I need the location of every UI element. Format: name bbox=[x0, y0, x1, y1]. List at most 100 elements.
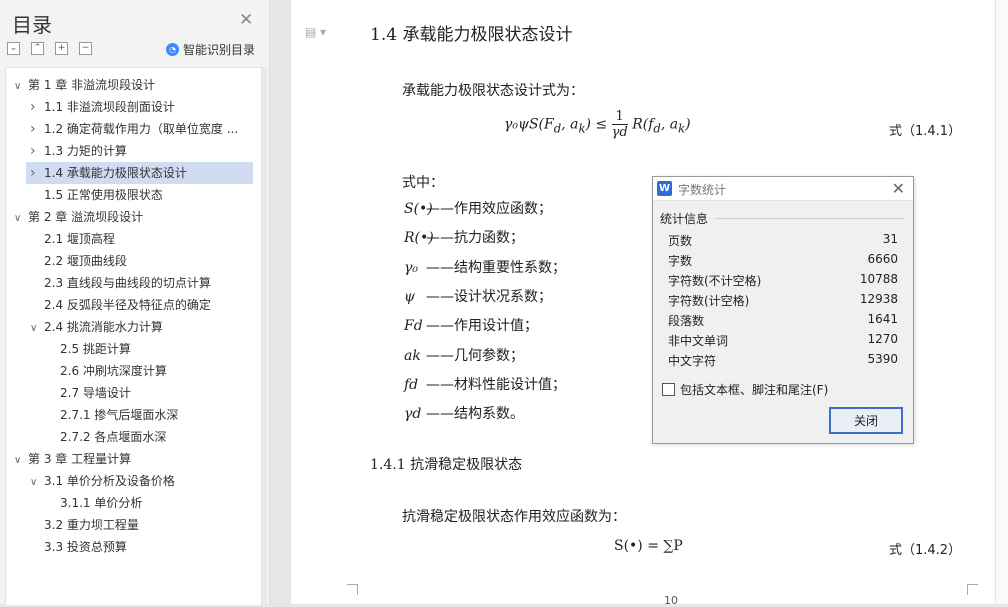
collapse-all-icon[interactable]: ⌄ bbox=[7, 42, 20, 55]
definition-text: ——作用效应函数； bbox=[426, 201, 552, 217]
definition-item: fd ——材料性能设计值； bbox=[404, 374, 566, 394]
definition-text: ——材料性能设计值； bbox=[426, 376, 566, 393]
checkbox-box[interactable] bbox=[662, 383, 675, 396]
chevron-right-icon[interactable]: › bbox=[30, 162, 44, 184]
toc-item[interactable]: 2.3 直线段与曲线段的切点计算 bbox=[6, 272, 261, 294]
toc-item-label: 1.4 承载能力极限状态设计 bbox=[44, 166, 187, 180]
toc-item-label: 1.3 力矩的计算 bbox=[44, 144, 127, 158]
dialog-close-icon[interactable]: ✕ bbox=[892, 179, 905, 198]
chevron-down-icon[interactable]: ∨ bbox=[14, 450, 28, 470]
definition-text: ——结构系数。 bbox=[426, 406, 524, 423]
toc-item[interactable]: 2.4 反弧段半径及特征点的确定 bbox=[6, 294, 261, 316]
smart-toc-button[interactable]: ◔ 智能识别目录 bbox=[166, 41, 255, 58]
toc-item-label: 2.6 冲刷坑深度计算 bbox=[60, 364, 167, 378]
stat-row: 中文字符 5390 bbox=[668, 352, 898, 372]
definition-text: ——结构重要性系数； bbox=[426, 259, 566, 276]
add-heading-icon[interactable]: + bbox=[55, 42, 68, 55]
definition-item: ψ ——设计状况系数； bbox=[404, 286, 552, 306]
toc-item[interactable]: ∨ 2.4 挑流消能水力计算 bbox=[6, 316, 261, 338]
toc-item-label: 2.3 直线段与曲线段的切点计算 bbox=[44, 276, 211, 290]
definition-symbol: R(•) bbox=[404, 230, 434, 247]
definition-text: ——抗力函数； bbox=[426, 230, 524, 247]
stat-row: 非中文单词 1270 bbox=[668, 332, 898, 352]
dialog-titlebar[interactable]: W 字数统计 ✕ bbox=[653, 177, 913, 201]
toc-item[interactable]: 2.1 堰顶高程 bbox=[6, 228, 261, 250]
remove-heading-icon[interactable]: − bbox=[79, 42, 92, 55]
toc-item[interactable]: ∨ 3.1 单价分析及设备价格 bbox=[6, 470, 261, 492]
stat-label: 字数 bbox=[668, 254, 693, 268]
toc-item[interactable]: 2.6 冲刷坑深度计算 bbox=[6, 360, 261, 382]
stat-label: 中文字符 bbox=[668, 354, 717, 368]
definition-item: γ₀ ——结构重要性系数； bbox=[404, 257, 566, 277]
toc-item[interactable]: 3.2 重力坝工程量 bbox=[6, 514, 261, 536]
toc-item-label: 1.2 确定荷载作用力（取单位宽度 ... bbox=[44, 122, 239, 136]
chevron-down-icon[interactable]: ∨ bbox=[14, 208, 28, 228]
expand-up-icon[interactable]: ⌃ bbox=[31, 42, 44, 55]
stat-label: 页数 bbox=[668, 234, 693, 248]
equation-number-1: 式（1.4.1） bbox=[889, 124, 962, 139]
toc-item[interactable]: 2.2 堰顶曲线段 bbox=[6, 250, 261, 272]
dialog-title: 字数统计 bbox=[678, 183, 727, 197]
include-textbox-checkbox[interactable]: 包括文本框、脚注和尾注(F) bbox=[662, 381, 828, 398]
definition-symbol: γd bbox=[404, 406, 422, 423]
toc-item[interactable]: 1.5 正常使用极限状态 bbox=[6, 184, 261, 206]
toc-item[interactable]: 2.7.1 掺气后堰面水深 bbox=[6, 404, 261, 426]
word-count-dialog: W 字数统计 ✕ 统计信息 页数 31 字数 6660 字符数(不计空格) 10788 字符… bbox=[652, 176, 914, 444]
where-label: 式中： bbox=[402, 175, 444, 191]
page-number: 10 bbox=[664, 594, 678, 607]
definition-item: R(•)——抗力函数； bbox=[404, 227, 524, 247]
toc-item[interactable]: 2.7 导墙设计 bbox=[6, 382, 261, 404]
toc-item-label: 2.7.2 各点堰面水深 bbox=[60, 430, 167, 444]
toc-item[interactable]: › 1.3 力矩的计算 bbox=[6, 140, 261, 162]
page-format-icon[interactable]: ▤ ▾ bbox=[305, 25, 326, 39]
chevron-right-icon[interactable]: › bbox=[30, 118, 44, 140]
wps-logo-icon: W bbox=[657, 181, 672, 196]
definition-symbol: fd bbox=[404, 376, 419, 393]
toc-item-label: 2.7 导墙设计 bbox=[60, 386, 131, 400]
definition-symbol: ak bbox=[404, 347, 421, 364]
para-2: 抗滑稳定极限状态作用效应函数为： bbox=[402, 509, 626, 525]
formula-1-sub: k bbox=[578, 121, 586, 136]
document-scrollbar[interactable] bbox=[995, 0, 1008, 604]
toc-scrollbar[interactable] bbox=[262, 67, 267, 604]
toc-list: ∨ 第 1 章 非溢流坝段设计 › 1.1 非溢流坝段剖面设计 › 1.2 确定荷载作用力… bbox=[5, 67, 262, 605]
chevron-down-icon[interactable]: ∨ bbox=[30, 318, 44, 338]
stats-section-label: 统计信息 bbox=[660, 212, 709, 226]
definition-item: S(•)——作用效应函数； bbox=[404, 198, 552, 218]
toc-item[interactable]: › 1.2 确定荷载作用力（取单位宽度 ... bbox=[6, 118, 261, 140]
toc-item-label: 3.3 投资总预算 bbox=[44, 540, 127, 554]
stat-row: 字数 6660 bbox=[668, 252, 898, 272]
stat-row: 字符数(计空格) 12938 bbox=[668, 292, 898, 312]
toc-item-label: 第 3 章 工程量计算 bbox=[28, 452, 132, 466]
toc-item[interactable]: ∨ 第 1 章 非溢流坝段设计 bbox=[6, 74, 261, 96]
stat-row: 段落数 1641 bbox=[668, 312, 898, 332]
toc-item[interactable]: › 1.1 非溢流坝段剖面设计 bbox=[6, 96, 261, 118]
chevron-down-icon[interactable]: ∨ bbox=[14, 76, 28, 96]
toc-item-label: 2.5 挑距计算 bbox=[60, 342, 131, 356]
stat-label: 字符数(不计空格) bbox=[668, 274, 762, 288]
chevron-down-icon[interactable]: ∨ bbox=[30, 472, 44, 492]
close-button[interactable]: 关闭 bbox=[829, 407, 903, 434]
chevron-right-icon[interactable]: › bbox=[30, 96, 44, 118]
toc-item[interactable]: 2.7.2 各点堰面水深 bbox=[6, 426, 261, 448]
formula-1: γ₀ψS(Fd, ak) ≤ 1 γd R(fd, ak) bbox=[504, 109, 691, 140]
frac-denominator: γd bbox=[611, 125, 628, 140]
toc-item-label: 3.1 单价分析及设备价格 bbox=[44, 474, 175, 488]
definition-text: ——作用设计值； bbox=[426, 318, 538, 335]
chevron-right-icon[interactable]: › bbox=[30, 140, 44, 162]
stat-value: 1270 bbox=[867, 332, 898, 346]
toc-item[interactable]: ∨ 第 3 章 工程量计算 bbox=[6, 448, 261, 470]
toc-item[interactable]: ∨ 第 2 章 溢流坝段设计 bbox=[6, 206, 261, 228]
toc-close-icon[interactable]: ✕ bbox=[239, 12, 253, 29]
definition-symbol: Fd bbox=[404, 318, 423, 335]
toc-item-label: 2.1 堰顶高程 bbox=[44, 232, 115, 246]
formula-1-rhs: R(f bbox=[632, 116, 654, 133]
checkbox-label: 包括文本框、脚注和尾注(F) bbox=[680, 383, 829, 397]
toc-item[interactable]: 3.1.1 单价分析 bbox=[6, 492, 261, 514]
toc-item[interactable]: 3.3 投资总预算 bbox=[6, 536, 261, 558]
toc-item[interactable]: › 1.4 承载能力极限状态设计 bbox=[26, 162, 253, 184]
definition-item: γd ——结构系数。 bbox=[404, 403, 524, 423]
toc-item-label: 第 2 章 溢流坝段设计 bbox=[28, 210, 144, 224]
formula-1-lhs: γ₀ψS(F bbox=[504, 116, 554, 133]
toc-item[interactable]: 2.5 挑距计算 bbox=[6, 338, 261, 360]
